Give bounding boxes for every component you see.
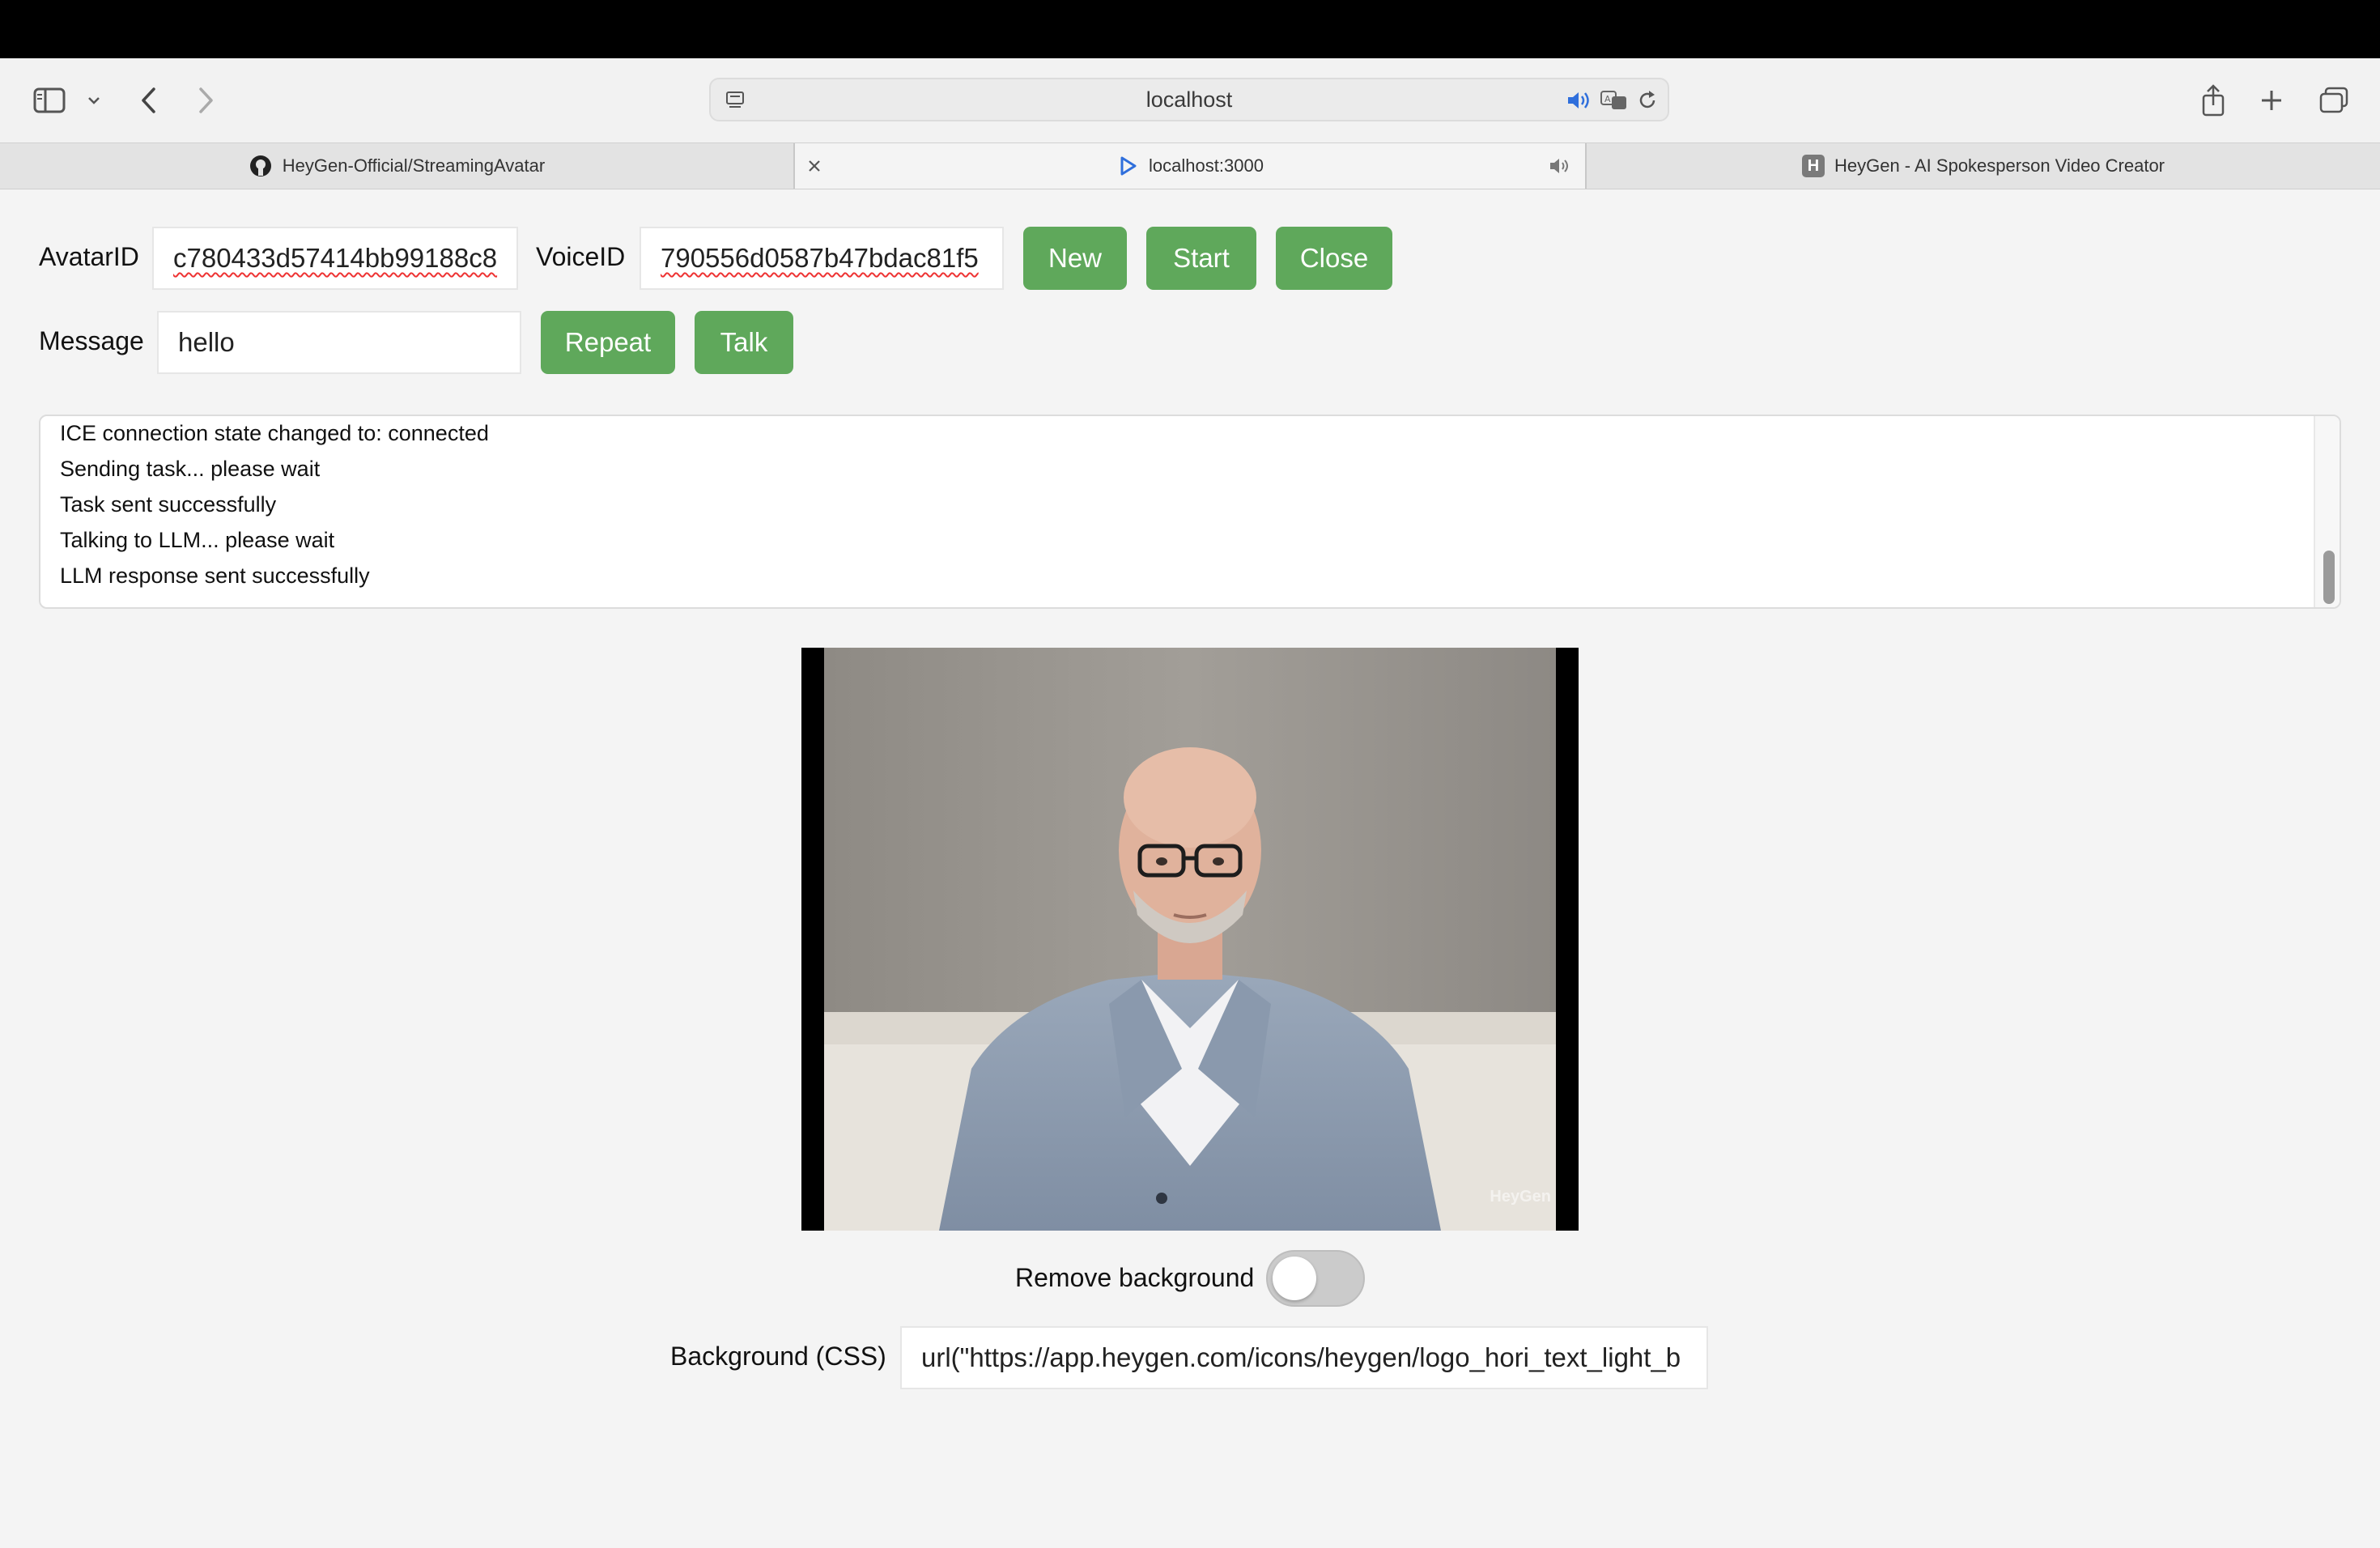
github-icon — [249, 154, 273, 178]
close-button[interactable]: Close — [1276, 227, 1392, 290]
log-line: ICE connection state changed to: connect… — [60, 421, 489, 445]
system-menubar — [0, 0, 2380, 58]
tab-strip: HeyGen-Official/StreamingAvatar localhos… — [0, 142, 2380, 189]
avatar-id-value: c780433d57414bb99188c8 — [173, 243, 498, 273]
sidebar-toggle-icon[interactable] — [31, 84, 68, 117]
remove-background-toggle[interactable] — [1266, 1250, 1365, 1307]
voice-id-value: 790556d0587b47bdac81f5 — [661, 243, 979, 273]
url-text: localhost — [1145, 87, 1233, 112]
avatar-video[interactable]: HeyGen — [801, 648, 1579, 1231]
translate-icon[interactable]: A — [1598, 87, 1630, 113]
forward-icon[interactable] — [191, 84, 220, 117]
heygen-play-icon — [1116, 155, 1139, 177]
new-button[interactable]: New — [1023, 227, 1127, 290]
avatar-id-label: AvatarID — [39, 242, 139, 271]
log-line: Sending task... please wait — [60, 457, 321, 481]
avatar-person-image — [801, 648, 1579, 1231]
log-scrollbar-thumb[interactable] — [2323, 551, 2335, 604]
voice-id-input[interactable]: 790556d0587b47bdac81f5 — [640, 227, 1004, 290]
close-icon[interactable] — [803, 155, 826, 177]
log-line: Talking to LLM... please wait — [60, 528, 335, 552]
avatar-id-input[interactable]: c780433d57414bb99188c8 — [152, 227, 518, 290]
tab-heygen[interactable]: H HeyGen - AI Spokesperson Video Creator — [1587, 143, 2380, 189]
start-button[interactable]: Start — [1146, 227, 1256, 290]
tab-overview-icon[interactable] — [2317, 84, 2351, 117]
tab-title: HeyGen - AI Spokesperson Video Creator — [1834, 155, 2165, 176]
remove-background-label: Remove background — [1015, 1263, 1255, 1292]
page-menu-icon[interactable] — [722, 87, 748, 113]
heygen-h-letter: H — [1807, 156, 1820, 175]
speaker-icon[interactable] — [1564, 87, 1593, 113]
background-css-label: Background (CSS) — [670, 1342, 886, 1371]
svg-text:A: A — [1604, 94, 1611, 104]
tab-github[interactable]: HeyGen-Official/StreamingAvatar — [0, 143, 793, 189]
tab-title: localhost:3000 — [1149, 155, 1264, 176]
toggle-knob — [1273, 1257, 1316, 1300]
background-css-input[interactable]: url("https://app.heygen.com/icons/heygen… — [900, 1326, 1708, 1389]
status-log[interactable]: ICE connection state changed to: connect… — [39, 415, 2341, 609]
talk-button[interactable]: Talk — [695, 311, 793, 374]
message-input[interactable]: hello — [157, 311, 521, 374]
log-line: Task sent successfully — [60, 492, 277, 517]
chevron-down-icon[interactable] — [84, 89, 104, 112]
heygen-h-icon: H — [1801, 155, 1825, 177]
video-watermark: HeyGen — [1490, 1188, 1551, 1206]
share-icon[interactable] — [2197, 81, 2229, 120]
tab-title: HeyGen-Official/StreamingAvatar — [282, 155, 546, 176]
log-line: LLM response sent successfully — [60, 563, 370, 588]
address-bar[interactable]: localhost A — [709, 78, 1669, 121]
voice-id-label: VoiceID — [536, 242, 626, 271]
repeat-button[interactable]: Repeat — [541, 311, 675, 374]
back-icon[interactable] — [134, 84, 164, 117]
message-label: Message — [39, 326, 144, 355]
tab-localhost[interactable]: localhost:3000 — [795, 143, 1585, 189]
reload-icon[interactable] — [1634, 87, 1661, 113]
new-tab-icon[interactable] — [2255, 84, 2288, 117]
tab-audio-icon[interactable] — [1546, 155, 1574, 177]
log-scrollbar[interactable] — [2314, 416, 2340, 607]
